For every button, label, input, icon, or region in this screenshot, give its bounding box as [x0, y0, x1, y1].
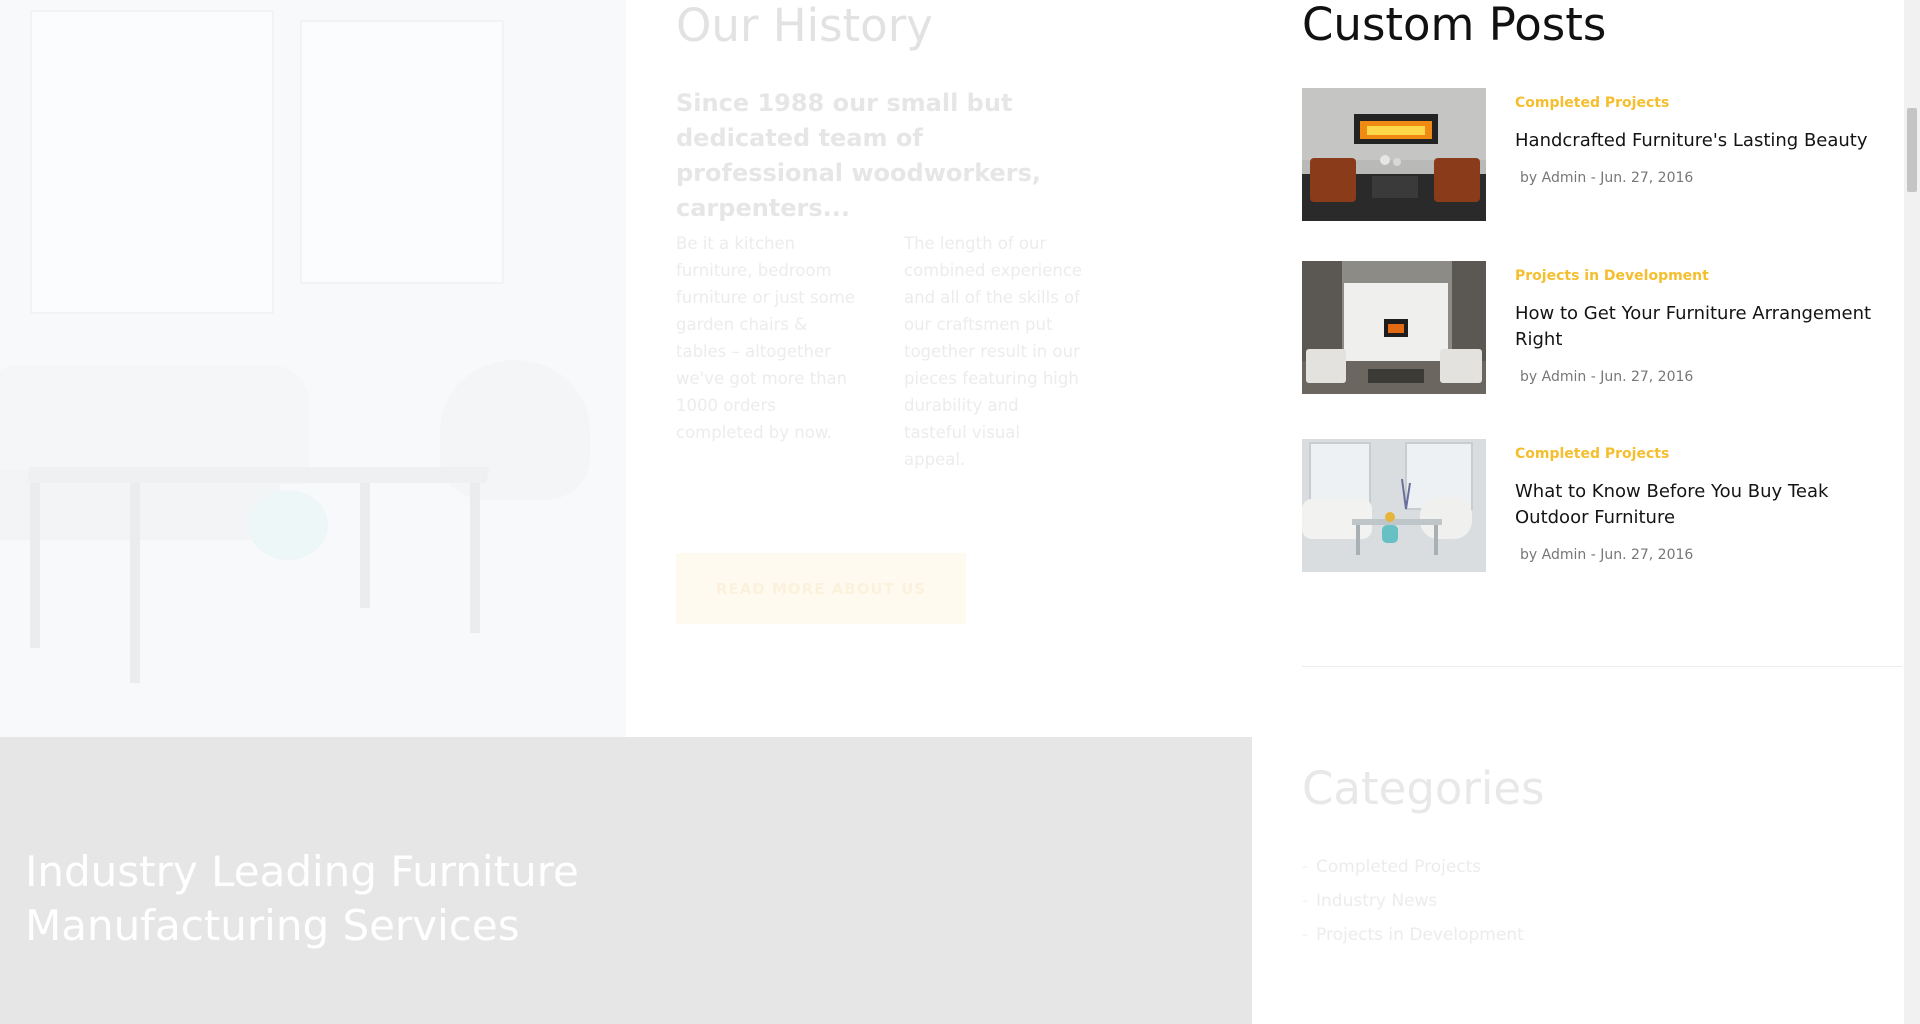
- services-title-line1: Industry Leading Furniture: [25, 847, 579, 896]
- table-leg: [30, 483, 40, 648]
- table-leg: [130, 483, 140, 683]
- post-thumbnail[interactable]: [1302, 439, 1486, 572]
- history-column-2: The length of our combined experience an…: [904, 234, 1083, 469]
- category-item[interactable]: - Industry News: [1302, 889, 1524, 923]
- vase-shape: [248, 490, 328, 560]
- history-column-1: Be it a kitchen furniture, bedroom furni…: [676, 234, 855, 442]
- table-leg: [360, 483, 370, 608]
- services-band: Industry Leading Furniture Manufacturing…: [0, 737, 1252, 1024]
- post-thumbnail[interactable]: [1302, 88, 1486, 221]
- post-title[interactable]: Handcrafted Furniture's Lasting Beauty: [1515, 128, 1900, 154]
- history-lead: Since 1988 our small but dedicated team …: [676, 89, 1042, 222]
- history-image: [0, 0, 626, 737]
- post-meta: by Admin - Jun. 27, 2016: [1520, 369, 1694, 385]
- bullet-dash-icon: -: [1302, 857, 1309, 877]
- page-scrollbar[interactable]: [1904, 0, 1920, 1024]
- sidebar-divider: [1302, 666, 1902, 667]
- bullet-dash-icon: -: [1302, 891, 1309, 911]
- category-item[interactable]: - Projects in Development: [1302, 923, 1524, 957]
- post-title[interactable]: How to Get Your Furniture Arrangement Ri…: [1515, 301, 1900, 353]
- table-leg: [470, 483, 480, 633]
- category-label: Industry News: [1316, 891, 1438, 911]
- category-label: Projects in Development: [1316, 925, 1524, 945]
- services-title-line2: Manufacturing Services: [25, 901, 520, 950]
- history-title: Our History: [676, 0, 933, 52]
- category-label: Completed Projects: [1316, 857, 1482, 877]
- bullet-dash-icon: -: [1302, 925, 1309, 945]
- table-shape: [26, 467, 490, 483]
- scrollbar-thumb[interactable]: [1907, 108, 1917, 192]
- categories-title: Categories: [1302, 762, 1545, 815]
- post-meta: by Admin - Jun. 27, 2016: [1520, 547, 1694, 563]
- post-meta: by Admin - Jun. 27, 2016: [1520, 170, 1694, 186]
- post-title[interactable]: What to Know Before You Buy Teak Outdoor…: [1515, 479, 1900, 531]
- post-category-link[interactable]: Completed Projects: [1515, 446, 1669, 462]
- services-title: Industry Leading Furniture Manufacturing…: [25, 845, 745, 953]
- post-category-link[interactable]: Projects in Development: [1515, 268, 1709, 284]
- read-more-button[interactable]: READ MORE ABOUT US: [676, 553, 966, 624]
- category-item[interactable]: - Completed Projects: [1302, 855, 1524, 889]
- categories-list: - Completed Projects - Industry News - P…: [1302, 855, 1524, 957]
- window-shape: [300, 20, 504, 284]
- sidebar: Custom Posts Completed Projects Handcraf…: [1302, 0, 1904, 1024]
- window-shape: [30, 10, 274, 314]
- post-thumbnail[interactable]: [1302, 261, 1486, 394]
- post-category-link[interactable]: Completed Projects: [1515, 95, 1669, 111]
- custom-posts-title: Custom Posts: [1302, 0, 1607, 51]
